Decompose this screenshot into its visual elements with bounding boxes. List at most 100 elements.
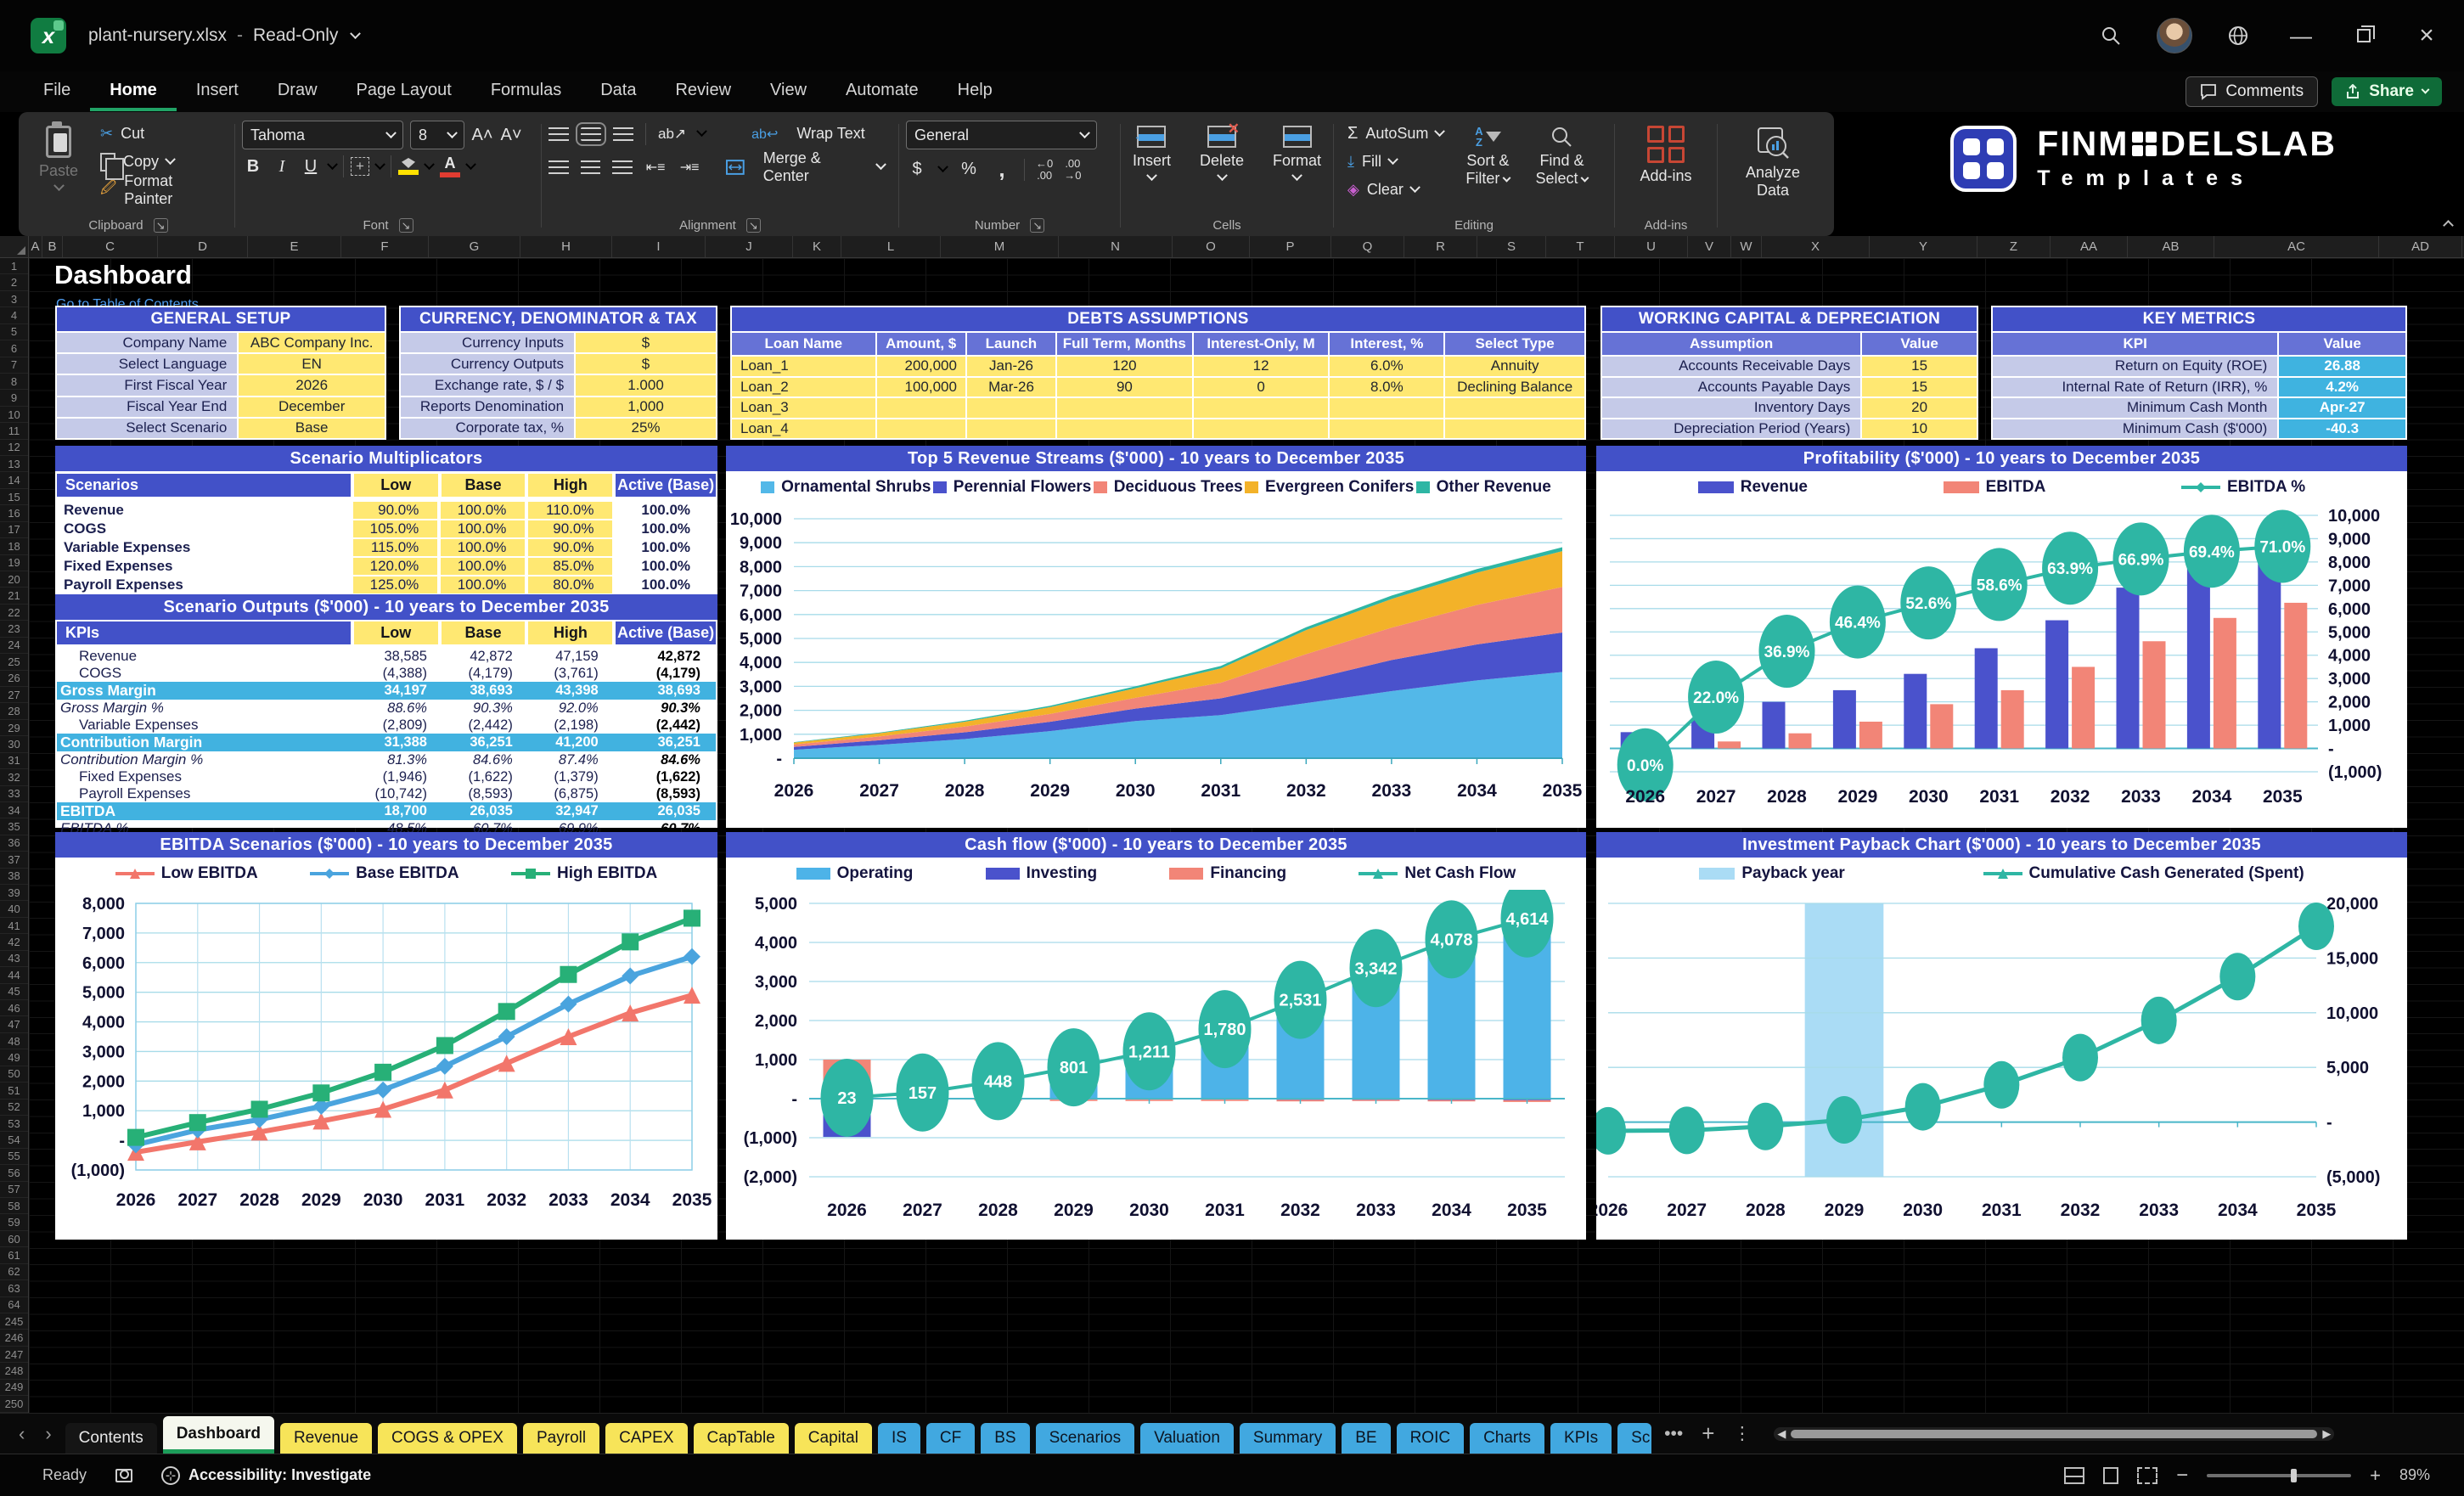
column-header-A[interactable]: A — [29, 236, 42, 257]
row-header-62[interactable]: 62 — [0, 1264, 28, 1281]
debts-cell[interactable] — [876, 419, 965, 438]
sheet-tab-charts[interactable]: Charts — [1470, 1423, 1545, 1454]
row-value[interactable]: Base — [239, 418, 385, 439]
row-header-10[interactable]: 10 — [0, 407, 28, 424]
column-header-H[interactable]: H — [520, 236, 612, 257]
multiplier-value[interactable]: 85.0% — [528, 558, 613, 575]
font-color-button[interactable]: A — [440, 155, 460, 177]
copy-button[interactable]: Copy — [93, 149, 228, 180]
row-value[interactable]: 25% — [576, 418, 716, 439]
fill-button[interactable]: ⤓ Fill — [1341, 149, 1450, 175]
menu-tab-automate[interactable]: Automate — [826, 73, 938, 111]
debts-cell[interactable]: Declining Balance — [1445, 377, 1584, 396]
row-header-12[interactable]: 12 — [0, 440, 28, 457]
column-header-R[interactable]: R — [1404, 236, 1477, 257]
sheet-tab-roic[interactable]: ROIC — [1396, 1423, 1465, 1454]
column-header-C[interactable]: C — [63, 236, 158, 257]
sheet-tab-summary[interactable]: Summary — [1239, 1423, 1336, 1454]
sheet-tab-sc[interactable]: Sc — [1617, 1423, 1652, 1454]
multiplier-value[interactable]: 105.0% — [353, 520, 438, 537]
menu-tab-home[interactable]: Home — [90, 73, 177, 111]
debts-cell[interactable]: Loan_4 — [732, 419, 875, 438]
row-header-247[interactable]: 247 — [0, 1347, 28, 1364]
row-header-3[interactable]: 3 — [0, 291, 28, 308]
menu-tab-file[interactable]: File — [24, 73, 90, 111]
row-value[interactable]: December — [239, 396, 385, 417]
column-header-B[interactable]: B — [42, 236, 63, 257]
row-header-56[interactable]: 56 — [0, 1165, 28, 1182]
debts-cell[interactable]: Loan_3 — [732, 398, 875, 418]
row-value[interactable]: 20 — [1862, 398, 1977, 418]
sheet-tab-contents[interactable]: Contents — [65, 1423, 157, 1454]
row-value[interactable]: Apr-27 — [2279, 398, 2405, 418]
sheet-tab-captable[interactable]: CapTable — [693, 1423, 789, 1454]
column-header-E[interactable]: E — [248, 236, 341, 257]
debts-cell[interactable] — [1057, 419, 1192, 438]
align-left-button[interactable] — [548, 160, 569, 174]
column-header-F[interactable]: F — [341, 236, 429, 257]
debts-cell[interactable]: 120 — [1057, 357, 1192, 376]
zoom-slider[interactable] — [2207, 1468, 2352, 1482]
row-header-59[interactable]: 59 — [0, 1214, 28, 1231]
row-header-19[interactable]: 19 — [0, 555, 28, 572]
format-cells-button[interactable]: Format — [1263, 121, 1331, 187]
row-header-16[interactable]: 16 — [0, 505, 28, 522]
row-header-47[interactable]: 47 — [0, 1016, 28, 1033]
sheet-tab-kpis[interactable]: KPIs — [1550, 1423, 1612, 1454]
menu-tab-data[interactable]: Data — [581, 73, 655, 111]
row-header-27[interactable]: 27 — [0, 687, 28, 704]
debts-cell[interactable]: Jan-26 — [966, 357, 1056, 376]
row-header-53[interactable]: 53 — [0, 1116, 28, 1133]
multiplier-value[interactable]: 90.0% — [528, 520, 613, 537]
multiplier-value[interactable]: 100.0% — [441, 576, 526, 593]
row-header-58[interactable]: 58 — [0, 1198, 28, 1215]
autosum-button[interactable]: Σ AutoSum — [1341, 121, 1450, 147]
column-header-S[interactable]: S — [1477, 236, 1546, 257]
paste-button[interactable]: Paste — [29, 121, 88, 197]
font-name-select[interactable]: Tahoma — [242, 121, 403, 149]
column-header-AC[interactable]: AC — [2214, 236, 2379, 257]
ebitda-scenarios-chart[interactable]: (1,000) - 1,000 2,000 3,000 4,000 5,000 6,000 7,… — [55, 890, 717, 1240]
sheet-tab-is[interactable]: IS — [877, 1423, 920, 1454]
sheet-tab-scenarios[interactable]: Scenarios — [1035, 1423, 1135, 1454]
close-button[interactable]: × — [2410, 19, 2444, 53]
increase-decimal-button[interactable]: ←0.00 — [1036, 157, 1053, 181]
row-header-24[interactable]: 24 — [0, 638, 28, 655]
debts-cell[interactable]: 200,000 — [876, 357, 965, 376]
row-value[interactable]: 2026 — [239, 375, 385, 396]
collapse-ribbon-chevron[interactable] — [2443, 220, 2454, 231]
cut-button[interactable]: ✂ Cut — [93, 121, 228, 147]
clear-button[interactable]: ◈ Clear — [1341, 177, 1450, 203]
row-header-23[interactable]: 23 — [0, 621, 28, 638]
column-header-L[interactable]: L — [841, 236, 941, 257]
sheet-tab-be[interactable]: BE — [1342, 1423, 1391, 1454]
row-header-54[interactable]: 54 — [0, 1132, 28, 1149]
multiplier-value[interactable]: 100.0% — [441, 502, 526, 519]
sheet-tab-payroll[interactable]: Payroll — [523, 1423, 600, 1454]
debts-cell[interactable]: 90 — [1057, 377, 1192, 396]
row-header-5[interactable]: 5 — [0, 324, 28, 341]
select-all-corner[interactable] — [0, 236, 29, 257]
row-header-49[interactable]: 49 — [0, 1049, 28, 1066]
row-value[interactable]: 15 — [1862, 357, 1977, 376]
minimize-button[interactable]: — — [2284, 19, 2318, 53]
row-header-33[interactable]: 33 — [0, 786, 28, 802]
align-top-button[interactable] — [548, 127, 569, 141]
row-header-55[interactable]: 55 — [0, 1149, 28, 1166]
row-header-246[interactable]: 246 — [0, 1330, 28, 1347]
debts-cell[interactable]: Annuity — [1445, 357, 1584, 376]
column-header-W[interactable]: W — [1731, 236, 1762, 257]
sheet-tab-cogs-opex[interactable]: COGS & OPEX — [378, 1423, 517, 1454]
row-header-20[interactable]: 20 — [0, 571, 28, 588]
debts-cell[interactable] — [966, 398, 1056, 418]
format-painter-button[interactable]: 🖉 Format Painter — [93, 172, 228, 207]
read-only-chevron-icon[interactable] — [350, 27, 362, 39]
row-value[interactable]: 1,000 — [576, 396, 716, 417]
scroll-right-arrow[interactable]: ▶ — [2322, 1427, 2331, 1441]
debts-cell[interactable] — [966, 419, 1056, 438]
row-header-28[interactable]: 28 — [0, 703, 28, 720]
row-value[interactable]: -40.3 — [2279, 419, 2405, 438]
delete-cells-button[interactable]: Delete — [1190, 121, 1254, 187]
row-header-64[interactable]: 64 — [0, 1297, 28, 1313]
column-header-J[interactable]: J — [706, 236, 793, 257]
